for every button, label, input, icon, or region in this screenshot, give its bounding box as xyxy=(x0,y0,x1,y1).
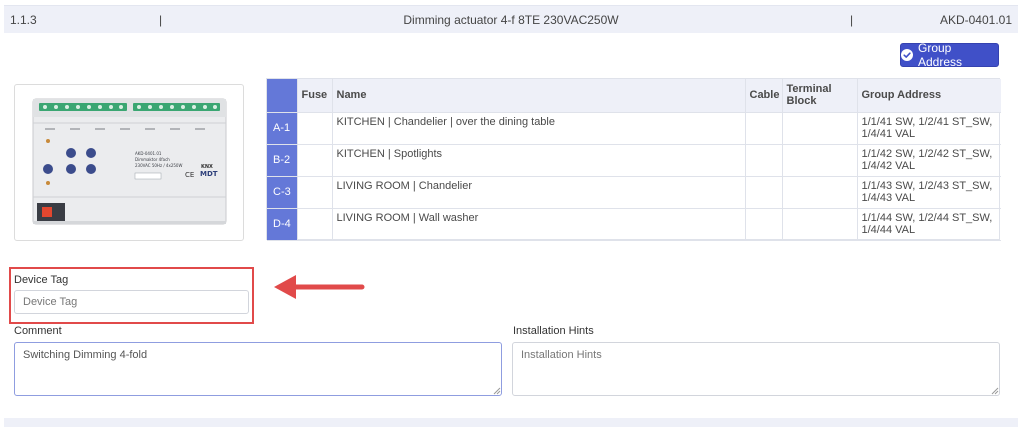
group-address-line: 1/1/43 SW, 1/2/43 ST_SW, xyxy=(861,179,993,192)
column-header-id xyxy=(267,79,298,113)
channel-name[interactable]: KITCHEN | Spotlights xyxy=(332,144,746,177)
group-address-line: 1/4/43 VAL xyxy=(861,191,916,204)
group-address-line: 1/1/44 SW, 1/2/44 ST_SW, xyxy=(861,211,993,224)
group-address-button[interactable]: Group Address xyxy=(900,41,999,69)
group-address-line: 1/1/42 SW, 1/2/42 ST_SW, xyxy=(861,147,993,160)
module-text-line1: AKD-0401.01 xyxy=(135,151,162,156)
table-row[interactable]: D-4 LIVING ROOM | Wall washer 1/1/44 SW,… xyxy=(267,208,1001,241)
device-code: AKD-0401.01 xyxy=(939,13,1012,27)
fuse-cell[interactable] xyxy=(297,144,333,177)
cable-cell[interactable] xyxy=(745,144,783,177)
device-tag-input[interactable] xyxy=(14,290,249,314)
device-header-bar: 1.1.3 | Dimming actuator 4-f 8TE 230VAC2… xyxy=(4,5,1018,33)
comment-label: Comment xyxy=(14,325,62,337)
red-arrow-icon xyxy=(274,275,365,299)
check-circle-icon xyxy=(901,49,913,61)
group-address-cell: 1/1/41 SW, 1/2/41 ST_SW, 1/4/41 VAL xyxy=(857,112,1001,145)
fuse-cell[interactable] xyxy=(297,208,333,241)
column-header-group-address: Group Address xyxy=(857,79,1001,113)
ce-mark: CE xyxy=(185,171,194,179)
column-header-fuse: Fuse xyxy=(297,79,333,113)
cable-cell[interactable] xyxy=(745,176,783,209)
channel-id: D-4 xyxy=(267,208,298,241)
channel-name[interactable]: LIVING ROOM | Wall washer xyxy=(332,208,746,241)
terminal-block-cell[interactable] xyxy=(782,112,858,145)
table-row[interactable]: A-1 KITCHEN | Chandelier | over the dini… xyxy=(267,112,1001,145)
channel-name[interactable]: LIVING ROOM | Chandelier xyxy=(332,176,746,209)
fuse-cell[interactable] xyxy=(297,176,333,209)
table-header-row: Fuse Name Cable Terminal Block Group Add… xyxy=(267,79,1001,113)
cable-cell[interactable] xyxy=(745,112,783,145)
footer-strip xyxy=(4,418,1018,427)
device-title: Dimming actuator 4-f 8TE 230VAC250W xyxy=(403,13,619,27)
column-header-terminal-block: Terminal Block xyxy=(782,79,858,113)
group-address-cell: 1/1/42 SW, 1/2/42 ST_SW, 1/4/42 VAL xyxy=(857,144,1001,177)
cable-cell[interactable] xyxy=(745,208,783,241)
group-address-cell: 1/1/43 SW, 1/2/43 ST_SW, 1/4/43 VAL xyxy=(857,176,1001,209)
channel-id: A-1 xyxy=(267,112,298,145)
group-address-cell: 1/1/44 SW, 1/2/44 ST_SW, 1/4/44 VAL xyxy=(857,208,1001,241)
terminal-block-cell[interactable] xyxy=(782,176,858,209)
channel-name[interactable]: KITCHEN | Chandelier | over the dining t… xyxy=(332,112,746,145)
mdt-logo: MDT xyxy=(200,170,218,178)
installation-hints-label: Installation Hints xyxy=(513,325,594,337)
terminal-block-cell[interactable] xyxy=(782,144,858,177)
resize-grip-icon[interactable] xyxy=(991,387,999,395)
dimming-actuator-illustration: AKD-0401.01 Dimmaktor 4fach 230VAC 50Hz … xyxy=(32,98,227,225)
header-separator: | xyxy=(850,13,854,27)
group-address-line: 1/4/44 VAL xyxy=(861,223,916,236)
device-image: AKD-0401.01 Dimmaktor 4fach 230VAC 50Hz … xyxy=(14,84,244,241)
group-address-line: 1/1/41 SW, 1/2/41 ST_SW, xyxy=(861,115,993,128)
channel-id: C-3 xyxy=(267,176,298,209)
group-address-button-label: Group Address xyxy=(918,41,963,69)
column-header-cable: Cable xyxy=(745,79,783,113)
terminal-block-cell[interactable] xyxy=(782,208,858,241)
group-address-line: 1/4/42 VAL xyxy=(861,159,916,172)
table-row[interactable]: C-3 LIVING ROOM | Chandelier 1/1/43 SW, … xyxy=(267,176,1001,209)
comment-textarea[interactable]: Switching Dimming 4-fold xyxy=(14,342,502,396)
module-text-line3: 230VAC 50Hz / 4x250W xyxy=(135,163,182,168)
installation-hints-textarea[interactable] xyxy=(512,342,1000,396)
group-address-line: 1/4/41 VAL xyxy=(861,127,916,140)
fuse-cell[interactable] xyxy=(297,112,333,145)
table-row[interactable]: B-2 KITCHEN | Spotlights 1/1/42 SW, 1/2/… xyxy=(267,144,1001,177)
resize-grip-icon[interactable] xyxy=(493,387,501,395)
column-header-name: Name xyxy=(332,79,746,113)
module-text-line2: Dimmaktor 4fach xyxy=(135,157,170,162)
channel-table: Fuse Name Cable Terminal Block Group Add… xyxy=(266,78,1001,241)
device-tag-label: Device Tag xyxy=(14,274,69,286)
channel-id: B-2 xyxy=(267,144,298,177)
